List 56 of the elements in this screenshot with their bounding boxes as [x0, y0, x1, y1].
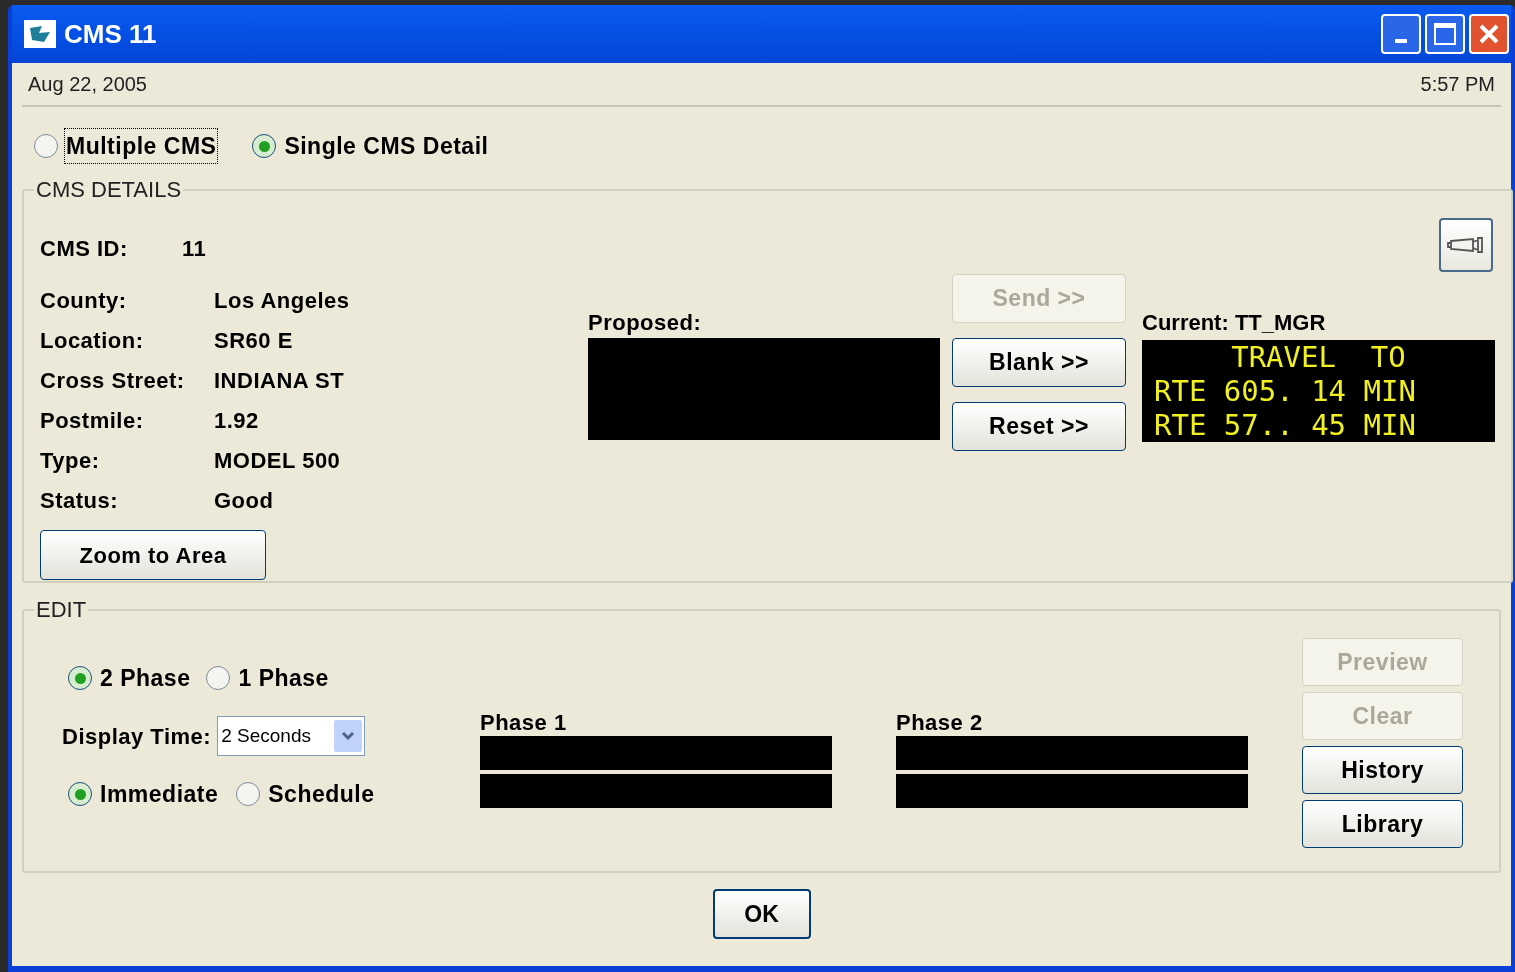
- sign-message-line: RTE 605. 14 MIN: [1154, 374, 1417, 408]
- field-label: Location:: [40, 326, 145, 355]
- radio-option[interactable]: Single CMS Detail: [252, 127, 491, 165]
- radio-option[interactable]: 2 Phase: [68, 659, 193, 697]
- radio-indicator[interactable]: [34, 134, 58, 158]
- app-logo-icon: [24, 20, 56, 48]
- field-value: SR60 E: [214, 326, 293, 355]
- radio-indicator[interactable]: [236, 782, 261, 806]
- time-label: 5:57 PM: [1420, 72, 1495, 97]
- sign-message-line: TRAVEL TO: [1231, 340, 1406, 374]
- field-value: Good: [214, 486, 274, 515]
- ok-button[interactable]: OK: [712, 889, 811, 939]
- action-button[interactable]: History: [1302, 746, 1463, 794]
- window-title: CMS 11: [64, 17, 157, 51]
- action-button[interactable]: Blank >>: [952, 338, 1126, 387]
- action-button[interactable]: Library: [1302, 800, 1463, 848]
- section-title: EDIT: [35, 596, 88, 624]
- minimize-button[interactable]: [1381, 14, 1421, 54]
- sign-message-line: RTE 57.. 45 MIN: [1154, 408, 1417, 442]
- field-value: INDIANA ST: [214, 366, 345, 395]
- radio-indicator[interactable]: [68, 782, 92, 806]
- phase-line-field[interactable]: [896, 736, 1248, 770]
- field-label: Type:: [40, 446, 101, 475]
- field-value: 1.92: [214, 406, 259, 435]
- display-time-label: Display Time:: [62, 722, 212, 751]
- phase-line-field[interactable]: [480, 774, 832, 808]
- field-label: County:: [40, 286, 128, 315]
- camera-icon: [1447, 234, 1485, 256]
- radio-indicator[interactable]: [252, 134, 277, 158]
- maximize-button[interactable]: [1425, 14, 1465, 54]
- section-title: CMS DETAILS: [35, 176, 183, 204]
- close-icon: [1477, 22, 1501, 46]
- field-label: Cross Street:: [40, 366, 186, 395]
- radio-indicator[interactable]: [206, 666, 231, 690]
- radio-option[interactable]: 1 Phase: [206, 659, 331, 697]
- close-button[interactable]: [1469, 14, 1509, 54]
- field-label: Postmile:: [40, 406, 145, 435]
- camera-button[interactable]: [1439, 218, 1493, 272]
- field-label: Status:: [40, 486, 120, 515]
- zoom-to-area-button[interactable]: Zoom to Area: [40, 530, 266, 580]
- field-value: Los Angeles: [214, 286, 350, 315]
- radio-option[interactable]: Immediate: [68, 775, 221, 813]
- field-label: CMS ID:: [40, 235, 129, 263]
- display-time-dropdown[interactable]: 2 Seconds: [217, 716, 366, 756]
- field-value: MODEL 500: [214, 446, 341, 475]
- phase-label: Phase 1: [480, 709, 568, 736]
- proposed-label: Proposed:: [588, 309, 703, 337]
- phase-line-field[interactable]: [896, 774, 1248, 808]
- radio-indicator[interactable]: [68, 666, 92, 690]
- radio-option[interactable]: Schedule: [236, 775, 377, 813]
- action-button[interactable]: Reset >>: [952, 402, 1126, 451]
- phase-label: Phase 2: [896, 709, 984, 736]
- current-label: Current: TT_MGR: [1142, 309, 1327, 337]
- phase-line-field[interactable]: [480, 736, 832, 770]
- date-label: Aug 22, 2005: [28, 72, 147, 97]
- field-value: 11: [182, 235, 207, 263]
